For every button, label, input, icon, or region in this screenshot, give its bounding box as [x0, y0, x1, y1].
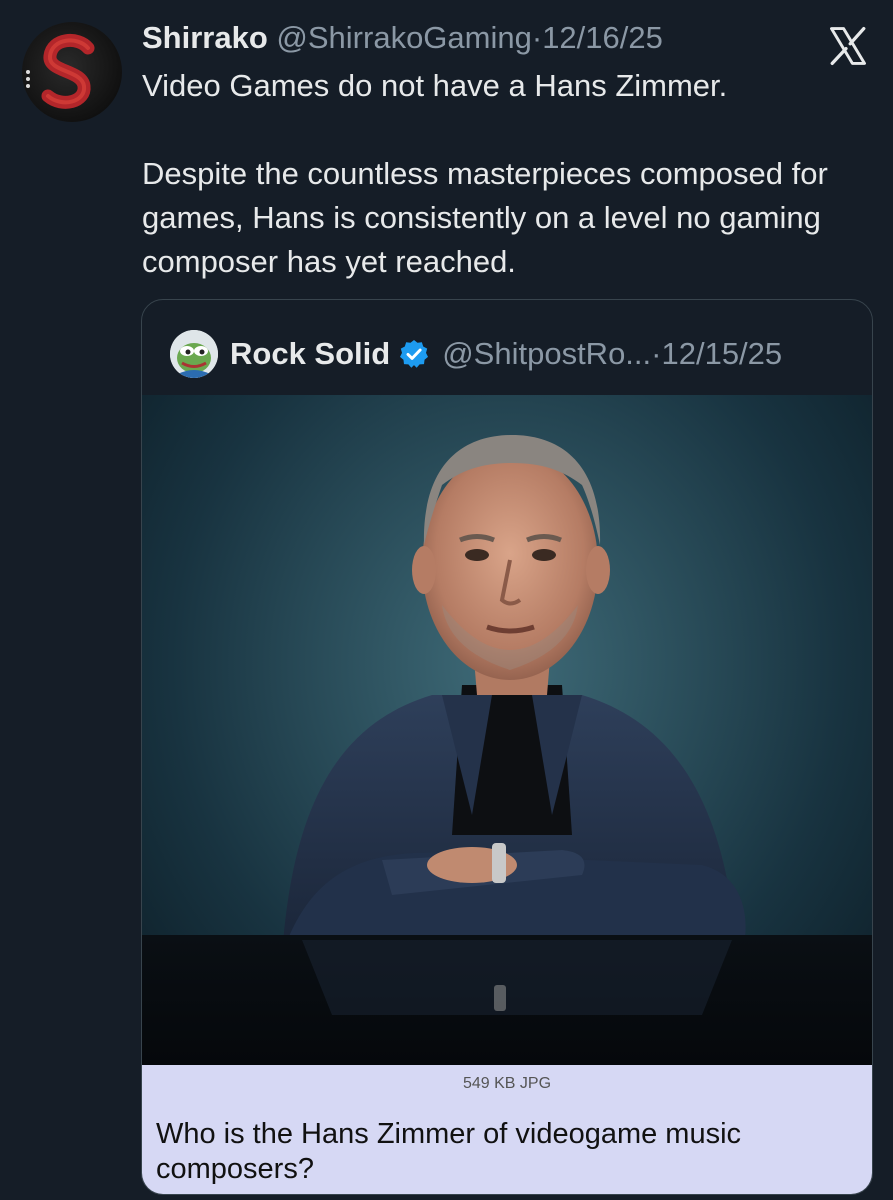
tweet-text-paragraph2: Despite the countless masterpieces compo… — [142, 156, 828, 279]
caption-text: Who is the Hans Zimmer of videogame musi… — [156, 1118, 742, 1185]
tweet-text: Video Games do not have a Hans Zimmer. D… — [142, 64, 872, 284]
quoted-date[interactable]: 12/15/25 — [661, 336, 782, 372]
pepe-avatar-icon — [170, 330, 218, 378]
shirrako-logo-icon — [26, 34, 95, 109]
portrait-illustration — [142, 435, 872, 1065]
quoted-author-handle[interactable]: @ShitpostRo... — [442, 336, 651, 372]
tweet-text-line1: Video Games do not have a Hans Zimmer. — [142, 68, 728, 103]
quoted-tweet-header: Rock Solid @ShitpostRo... · 12/15/25 — [170, 330, 782, 378]
quoted-tweet-card[interactable]: Rock Solid @ShitpostRo... · 12/15/25 549… — [141, 299, 873, 1195]
quoted-photo[interactable] — [142, 395, 872, 1065]
quoted-author-name[interactable]: Rock Solid — [230, 336, 390, 372]
tweet-header: Shirrako @ShirrakoGaming·12/16/25 — [142, 18, 663, 58]
verified-badge-icon — [400, 340, 429, 368]
quoted-separator: · — [651, 336, 662, 371]
caption-box: 549 KB JPG Who is the Hans Zimmer of vid… — [142, 1065, 872, 1194]
author-handle[interactable]: @ShirrakoGaming — [276, 20, 531, 55]
author-avatar[interactable] — [22, 22, 122, 122]
author-name[interactable]: Shirrako — [142, 20, 268, 55]
header-separator: · — [531, 20, 543, 55]
file-info: 549 KB JPG — [462, 1075, 552, 1092]
quoted-author-avatar[interactable] — [170, 330, 218, 378]
tweet-date[interactable]: 12/16/25 — [542, 20, 663, 55]
x-logo-icon[interactable] — [826, 24, 870, 68]
